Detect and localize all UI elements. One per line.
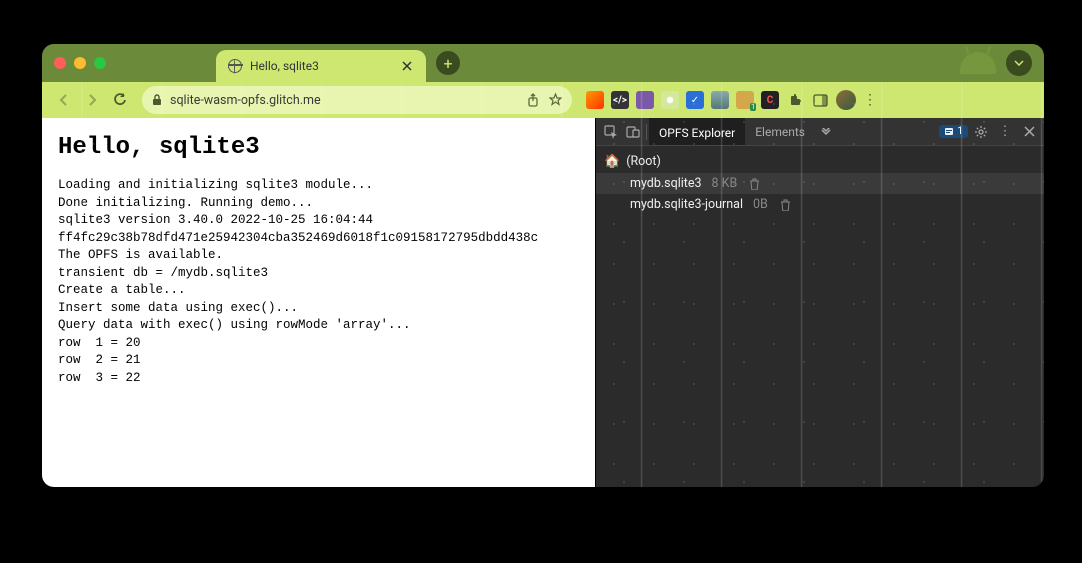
extension-icon[interactable]: </> bbox=[611, 91, 629, 109]
log-line: row 3 = 22 bbox=[58, 370, 579, 388]
settings-icon[interactable] bbox=[970, 121, 992, 143]
log-line: Query data with exec() using rowMode 'ar… bbox=[58, 317, 579, 335]
browser-tab[interactable]: Hello, sqlite3 bbox=[216, 50, 426, 82]
file-item[interactable]: mydb.sqlite3-journal 0B bbox=[596, 194, 1044, 215]
navigation-toolbar: sqlite-wasm-opfs.glitch.me </> ✓ 1 C bbox=[42, 82, 1044, 118]
devtools-tabbar: OPFS Explorer Elements 1 ⋮ bbox=[596, 118, 1044, 146]
log-line: transient db = /mydb.sqlite3 bbox=[58, 265, 579, 283]
file-size: 0B bbox=[753, 197, 768, 212]
close-tab-button[interactable] bbox=[400, 59, 414, 73]
android-icon bbox=[960, 52, 996, 74]
more-tabs-icon[interactable] bbox=[815, 121, 837, 143]
close-window-button[interactable] bbox=[54, 57, 66, 69]
log-line: Done initializing. Running demo... bbox=[58, 195, 579, 213]
badge-count: 1 bbox=[957, 126, 963, 137]
url-text: sqlite-wasm-opfs.glitch.me bbox=[170, 93, 519, 108]
log-line: Loading and initializing sqlite3 module.… bbox=[58, 177, 579, 195]
extension-icon[interactable]: C bbox=[761, 91, 779, 109]
log-line: row 1 = 20 bbox=[58, 335, 579, 353]
maximize-window-button[interactable] bbox=[94, 57, 106, 69]
extension-icon[interactable] bbox=[661, 91, 679, 109]
root-label: (Root) bbox=[626, 154, 661, 169]
log-line: row 2 = 21 bbox=[58, 352, 579, 370]
log-line: Create a table... bbox=[58, 282, 579, 300]
delete-file-button[interactable] bbox=[780, 199, 791, 211]
profile-avatar[interactable] bbox=[836, 90, 856, 110]
browser-window: Hello, sqlite3 + sqlite-wasm-opfs bbox=[42, 44, 1044, 487]
log-line: The OPFS is available. bbox=[58, 247, 579, 265]
tree-root[interactable]: 🏠 (Root) bbox=[596, 150, 1044, 173]
delete-file-button[interactable] bbox=[749, 178, 760, 190]
content-area: Hello, sqlite3 Loading and initializing … bbox=[42, 118, 1044, 487]
minimize-window-button[interactable] bbox=[74, 57, 86, 69]
log-line: Insert some data using exec()... bbox=[58, 300, 579, 318]
close-devtools-button[interactable] bbox=[1018, 121, 1040, 143]
share-icon[interactable] bbox=[527, 93, 539, 107]
tab-opfs-explorer[interactable]: OPFS Explorer bbox=[649, 118, 745, 145]
lock-icon bbox=[152, 94, 162, 106]
reload-button[interactable] bbox=[108, 88, 132, 112]
extensions-menu-icon[interactable] bbox=[786, 91, 804, 109]
log-line: sqlite3 version 3.40.0 2022-10-25 16:04:… bbox=[58, 212, 579, 230]
new-tab-button[interactable]: + bbox=[436, 51, 460, 75]
extension-icon[interactable]: ✓ bbox=[686, 91, 704, 109]
extension-icons: </> ✓ 1 C ⋮ bbox=[586, 90, 876, 110]
tab-strip: Hello, sqlite3 + bbox=[42, 44, 1044, 82]
tab-overflow-button[interactable] bbox=[1006, 50, 1032, 76]
page-viewport: Hello, sqlite3 Loading and initializing … bbox=[42, 118, 595, 487]
extension-icon[interactable] bbox=[586, 91, 604, 109]
extension-icon[interactable] bbox=[711, 91, 729, 109]
inspect-element-icon[interactable] bbox=[600, 121, 622, 143]
issues-badge[interactable]: 1 bbox=[939, 125, 968, 138]
device-toolbar-icon[interactable] bbox=[622, 121, 644, 143]
file-name: mydb.sqlite3 bbox=[630, 176, 702, 191]
tab-elements[interactable]: Elements bbox=[745, 118, 815, 145]
devtools-panel: OPFS Explorer Elements 1 ⋮ bbox=[595, 118, 1044, 487]
file-name: mydb.sqlite3-journal bbox=[630, 197, 743, 212]
chrome-menu-button[interactable]: ⋮ bbox=[863, 92, 876, 108]
back-button[interactable] bbox=[52, 88, 76, 112]
forward-button[interactable] bbox=[80, 88, 104, 112]
opfs-tree: 🏠 (Root) mydb.sqlite3 8 KB mydb.sqlite3-… bbox=[596, 146, 1044, 487]
devtools-menu-icon[interactable]: ⋮ bbox=[994, 121, 1016, 143]
window-controls bbox=[54, 57, 106, 69]
address-bar[interactable]: sqlite-wasm-opfs.glitch.me bbox=[142, 86, 572, 114]
globe-icon bbox=[228, 59, 242, 73]
tab-title: Hello, sqlite3 bbox=[250, 59, 392, 73]
bookmark-icon[interactable] bbox=[549, 93, 562, 107]
extension-icon[interactable] bbox=[636, 91, 654, 109]
file-item[interactable]: mydb.sqlite3 8 KB bbox=[596, 173, 1044, 194]
log-line: ff4fc29c38b78dfd471e25942304cba352469d60… bbox=[58, 230, 579, 248]
console-log: Loading and initializing sqlite3 module.… bbox=[58, 177, 579, 387]
page-heading: Hello, sqlite3 bbox=[58, 134, 579, 161]
home-icon: 🏠 bbox=[604, 154, 620, 169]
file-size: 8 KB bbox=[712, 176, 738, 191]
extension-icon[interactable]: 1 bbox=[736, 91, 754, 109]
side-panel-icon[interactable] bbox=[811, 91, 829, 109]
divider bbox=[646, 124, 647, 140]
